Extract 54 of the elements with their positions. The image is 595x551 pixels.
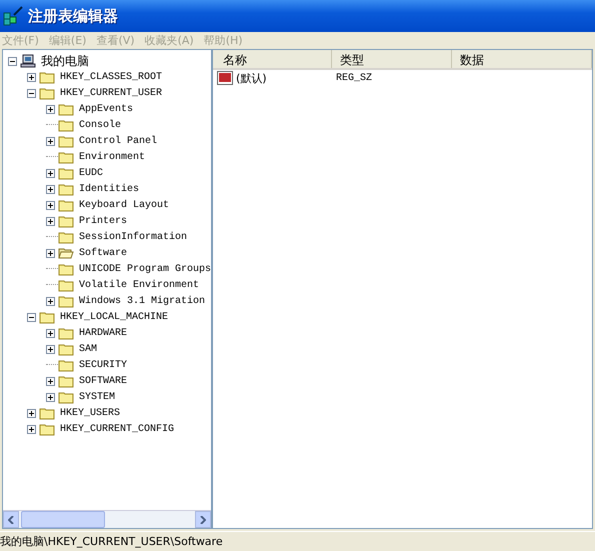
expand-icon[interactable] xyxy=(46,200,55,210)
tree-item[interactable]: Software xyxy=(78,248,128,258)
tree-item[interactable]: AppEvents xyxy=(78,104,134,114)
expand-icon[interactable] xyxy=(46,168,55,178)
tree-item[interactable]: UNICODE Program Groups xyxy=(78,264,211,274)
scroll-thumb[interactable] xyxy=(21,511,105,528)
table-cell-text: REG_SZ xyxy=(335,73,374,84)
tree-item[interactable]: SECURITY xyxy=(78,360,128,370)
expand-icon[interactable] xyxy=(27,408,36,418)
scroll-right-button[interactable] xyxy=(195,511,211,528)
expand-icon[interactable] xyxy=(46,392,55,402)
tree-item[interactable]: HKEY_LOCAL_MACHINE xyxy=(59,312,170,322)
tree-item[interactable]: SessionInformation xyxy=(78,232,188,242)
expand-icon[interactable] xyxy=(27,424,36,434)
tree-item[interactable]: Windows 3.1 Migration xyxy=(78,296,206,306)
tree-item[interactable]: SAM xyxy=(78,344,98,354)
tree-item[interactable]: Volatile Environment xyxy=(78,280,200,290)
registry-app-icon xyxy=(2,5,24,27)
tree-item[interactable]: HKEY_CURRENT_USER xyxy=(59,88,164,98)
scroll-left-button[interactable] xyxy=(3,511,19,528)
tree-item[interactable]: Environment xyxy=(78,152,146,162)
expand-icon[interactable] xyxy=(46,184,55,194)
expand-icon[interactable] xyxy=(46,136,55,146)
tree-item[interactable]: HKEY_CLASSES_ROOT xyxy=(59,72,164,82)
tree-item[interactable]: Keyboard Layout xyxy=(78,200,170,210)
expand-icon[interactable] xyxy=(27,72,36,82)
collapse-icon[interactable] xyxy=(27,312,36,322)
value-name[interactable]: (默认) xyxy=(236,71,267,86)
tree-item[interactable]: SYSTEM xyxy=(78,392,116,402)
collapse-icon[interactable] xyxy=(8,56,17,66)
expand-icon[interactable] xyxy=(46,296,55,306)
tree-item[interactable]: HKEY_CURRENT_CONFIG xyxy=(59,424,176,434)
expand-icon[interactable] xyxy=(46,376,55,386)
tree-item[interactable]: HARDWARE xyxy=(78,328,128,338)
expand-icon[interactable] xyxy=(46,104,55,114)
horizontal-scrollbar[interactable] xyxy=(3,510,211,528)
collapse-icon[interactable] xyxy=(27,88,36,98)
tree-item[interactable]: SOFTWARE xyxy=(78,376,128,386)
column-header[interactable]: 类型 xyxy=(332,50,452,68)
tree-item[interactable]: HKEY_USERS xyxy=(59,408,122,418)
tree-item[interactable]: Console xyxy=(78,120,122,130)
expand-icon[interactable] xyxy=(46,216,55,226)
column-header[interactable]: 数据 xyxy=(452,50,592,68)
column-header[interactable]: 名称 xyxy=(213,50,332,68)
expand-icon[interactable] xyxy=(46,248,55,258)
tree-item[interactable]: EUDC xyxy=(78,168,104,178)
expand-icon[interactable] xyxy=(46,328,55,338)
expand-icon[interactable] xyxy=(46,344,55,354)
tree-item[interactable]: Printers xyxy=(78,216,128,226)
tree-item[interactable]: Identities xyxy=(78,184,140,194)
tree-item[interactable]: 我的电脑 xyxy=(40,52,90,70)
status-bar-path: 我的电脑\HKEY_CURRENT_USER\Software xyxy=(0,534,223,549)
tree-item[interactable]: Control Panel xyxy=(78,136,158,146)
window-title: 注册表编辑器 xyxy=(28,6,118,26)
